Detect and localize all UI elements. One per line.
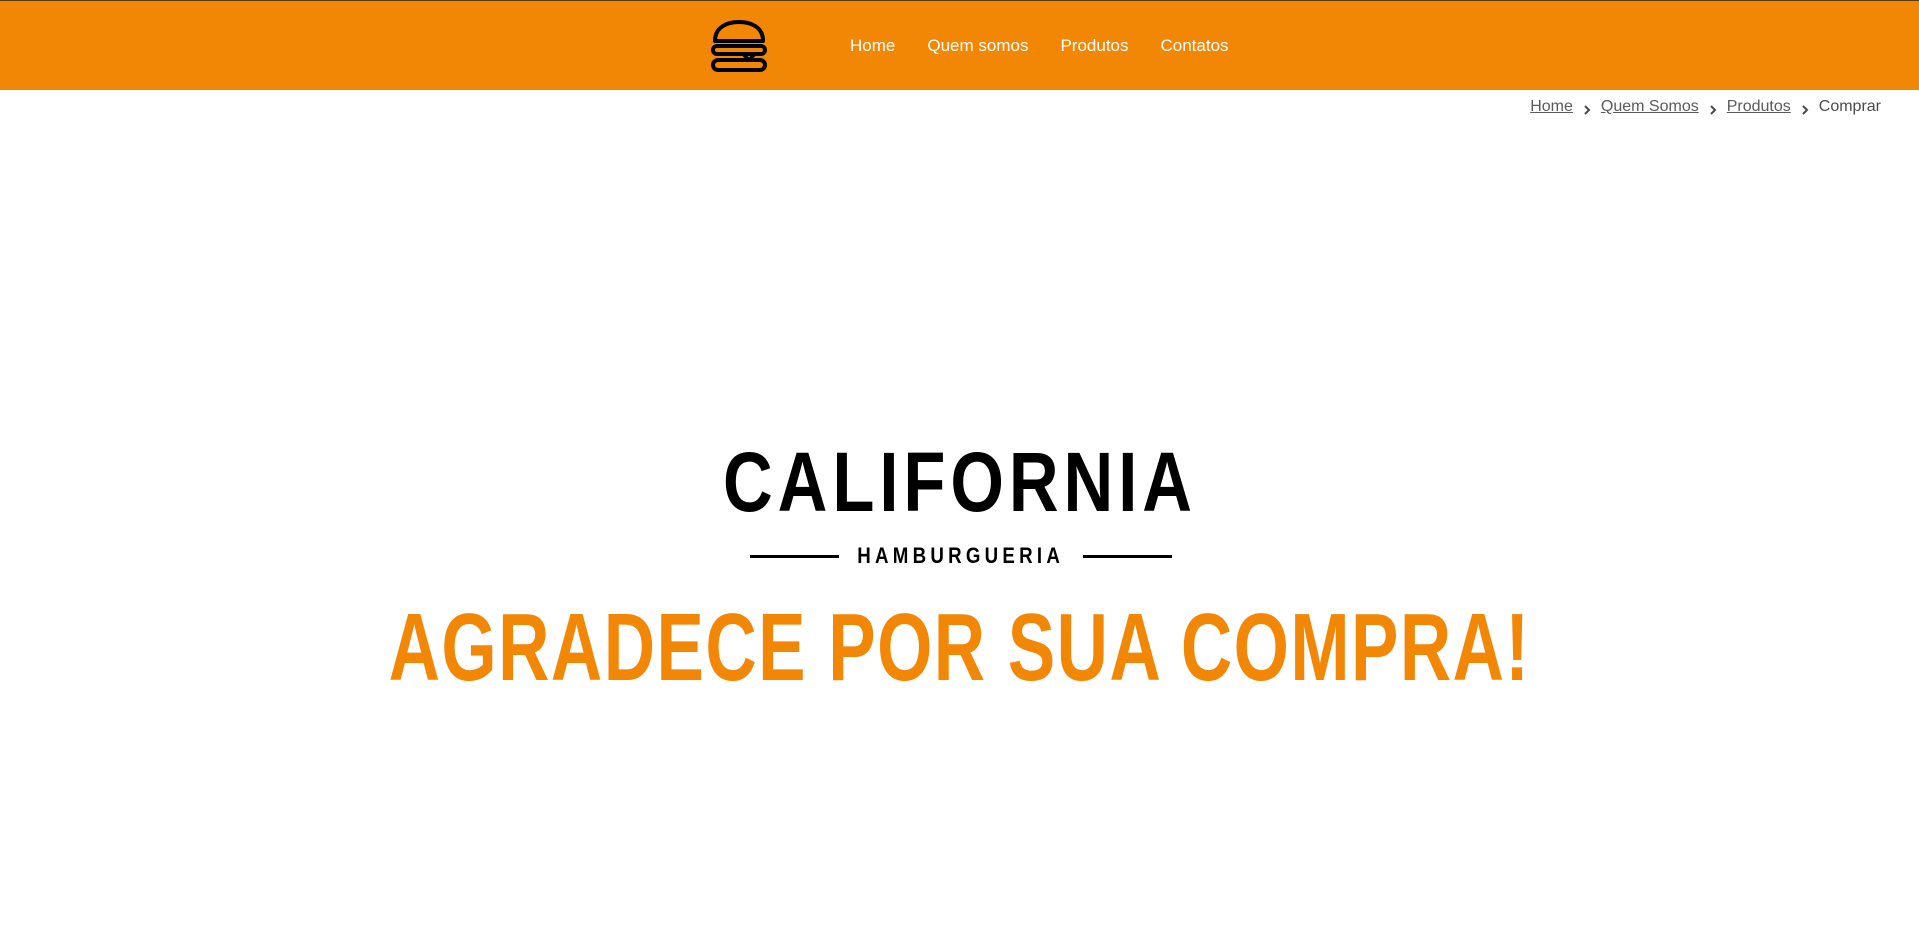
breadcrumb-home[interactable]: Home [1530, 98, 1573, 116]
chevron-right-icon [1583, 102, 1591, 115]
brand-divider-left [750, 554, 840, 558]
brand-divider-right [1082, 554, 1172, 558]
nav-link-produtos[interactable]: Produtos [1060, 36, 1128, 56]
breadcrumb-produtos[interactable]: Produtos [1727, 98, 1791, 116]
nav-link-quem-somos[interactable]: Quem somos [927, 36, 1028, 56]
brand-logo: CALIFORNIA [0, 440, 1919, 524]
navbar: Home Quem somos Produtos Contatos [0, 0, 1919, 90]
brand-subtitle-row: HAMBURGUERIA [750, 541, 1172, 571]
breadcrumb-current: Comprar [1818, 98, 1881, 115]
burger-icon [711, 20, 767, 72]
brand-name: CALIFORNIA [722, 435, 1197, 529]
breadcrumb: Home Quem Somos Produtos Comprar [1530, 98, 1881, 116]
nav-link-contatos[interactable]: Contatos [1161, 36, 1229, 56]
chevron-right-icon [1801, 102, 1809, 115]
breadcrumb-quem-somos[interactable]: Quem Somos [1601, 98, 1699, 116]
thank-you-section: AGRADECE POR SUA COMPRA! [0, 600, 1919, 696]
home-logo-link[interactable] [709, 19, 769, 75]
chevron-right-icon [1709, 102, 1717, 115]
main-nav: Home Quem somos Produtos Contatos [850, 36, 1229, 56]
nav-link-home[interactable]: Home [850, 36, 895, 56]
brand-subtitle: HAMBURGUERIA [857, 543, 1065, 568]
thank-you-message: AGRADECE POR SUA COMPRA! [388, 594, 1531, 701]
